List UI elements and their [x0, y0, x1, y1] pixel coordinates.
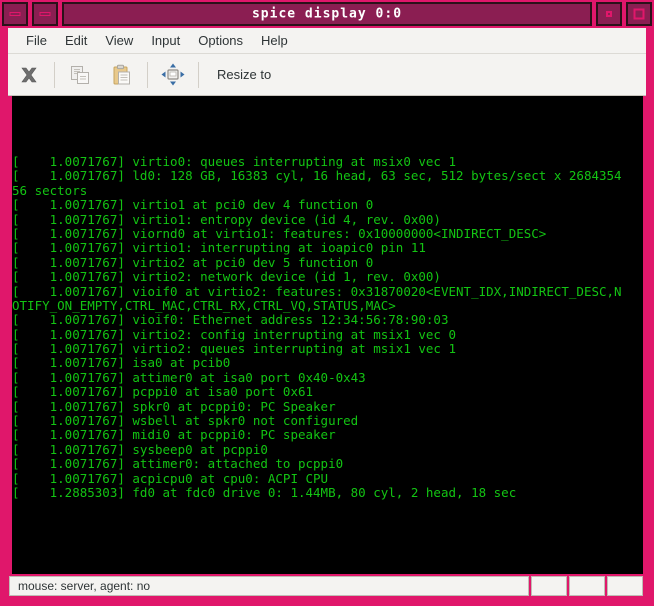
menu-file[interactable]: File [17, 30, 56, 51]
shade-square-icon [606, 11, 612, 17]
menu-help[interactable]: Help [252, 30, 297, 51]
status-panel-3 [607, 576, 643, 596]
console-line: [ 1.0071767] vioif0 at virtio2: features… [12, 283, 622, 299]
menu-edit[interactable]: Edit [56, 30, 96, 51]
spice-display-canvas[interactable]: [ 1.0071767] virtio0: queues interruptin… [8, 96, 646, 574]
console-line: OTIFY_ON_EMPTY,CTRL_MAC,CTRL_RX,CTRL_VQ,… [12, 297, 396, 313]
console-line: [ 1.0071767] spkr0 at pcppi0: PC Speaker [12, 398, 336, 414]
menubar: File Edit View Input Options Help [8, 28, 646, 54]
console-line: [ 1.0071767] attimer0: attached to pcppi… [12, 456, 344, 472]
copy-button[interactable] [59, 56, 101, 94]
window-close-button[interactable] [2, 2, 28, 26]
toolbar-separator-1 [54, 61, 55, 88]
paste-icon [113, 64, 130, 84]
client-area: File Edit View Input Options Help Resize… [8, 28, 646, 598]
toolbar-separator-3 [198, 61, 199, 88]
console-line: [ 1.0071767] ld0: 128 GB, 16383 cyl, 16 … [12, 168, 622, 184]
spice-client-window: spice display 0:0 File Edit View Input O… [0, 0, 654, 606]
paste-button[interactable] [101, 56, 143, 94]
console-line: [ 1.0071767] isa0 at pcib0 [12, 355, 231, 371]
window-title-area: spice display 0:0 [62, 2, 592, 26]
console-line: [ 1.0071767] virtio1 at pci0 dev 4 funct… [12, 197, 374, 213]
menu-input[interactable]: Input [142, 30, 189, 51]
console-line: [ 1.0071767] pcppi0 at isa0 port 0x61 [12, 384, 314, 400]
statusbar: mouse: server, agent: no [8, 574, 646, 598]
console-line: [ 1.0071767] virtio2: queues interruptin… [12, 341, 457, 357]
close-x-icon [21, 67, 37, 82]
disconnect-button[interactable] [8, 56, 50, 94]
window-maximize-button[interactable] [626, 2, 652, 26]
console-line: [ 1.0071767] acpicpu0 at cpu0: ACPI CPU [12, 470, 329, 486]
toolbar: Resize to [8, 54, 646, 96]
console-line: [ 1.0071767] vioif0: Ethernet address 12… [12, 312, 449, 328]
copy-icon [71, 65, 89, 84]
console-line: [ 1.0071767] viornd0 at virtio1: feature… [12, 225, 547, 241]
window-menu-button[interactable] [32, 2, 58, 26]
resize-to-label[interactable]: Resize to [217, 67, 271, 82]
console-line: [ 1.0071767] midi0 at pcppi0: PC speaker [12, 427, 336, 443]
menu-options[interactable]: Options [189, 30, 252, 51]
minimize-dash-icon [9, 12, 21, 16]
console-line: [ 1.0071767] virtio1: entropy device (id… [12, 211, 441, 227]
window-title: spice display 0:0 [251, 6, 403, 22]
fit-to-window-icon [161, 63, 185, 85]
maximize-square-icon [633, 8, 645, 20]
window-shade-button[interactable] [596, 2, 622, 26]
window-menu-dash-icon [39, 12, 51, 16]
console-line: 56 sectors [12, 182, 88, 198]
status-panel-2 [569, 576, 605, 596]
console-line: [ 1.0071767] virtio0: queues interruptin… [12, 154, 457, 169]
console-line: [ 1.0071767] virtio1: interrupting at io… [12, 240, 426, 256]
console-line: [ 1.2885303] fd0 at fdc0 drive 0: 1.44MB… [12, 484, 517, 500]
console-line: [ 1.0071767] virtio2: network device (id… [12, 269, 441, 285]
status-panel-1 [531, 576, 567, 596]
console-line: [ 1.0071767] sysbeep0 at pcppi0 [12, 441, 268, 457]
console-line: [ 1.0071767] wsbell at spkr0 not configu… [12, 413, 359, 429]
toolbar-separator-2 [147, 61, 148, 88]
menu-view[interactable]: View [96, 30, 142, 51]
status-panel-message: mouse: server, agent: no [9, 576, 529, 596]
console-output: [ 1.0071767] virtio0: queues interruptin… [12, 154, 644, 500]
resize-to-fit-button[interactable] [152, 56, 194, 94]
console-line: [ 1.0071767] virtio2: config interruptin… [12, 326, 457, 342]
status-message: mouse: server, agent: no [18, 579, 151, 593]
console-line: [ 1.0071767] attimer0 at isa0 port 0x40-… [12, 369, 366, 385]
console-line: [ 1.0071767] virtio2 at pci0 dev 5 funct… [12, 254, 374, 270]
window-titlebar[interactable]: spice display 0:0 [0, 0, 654, 28]
